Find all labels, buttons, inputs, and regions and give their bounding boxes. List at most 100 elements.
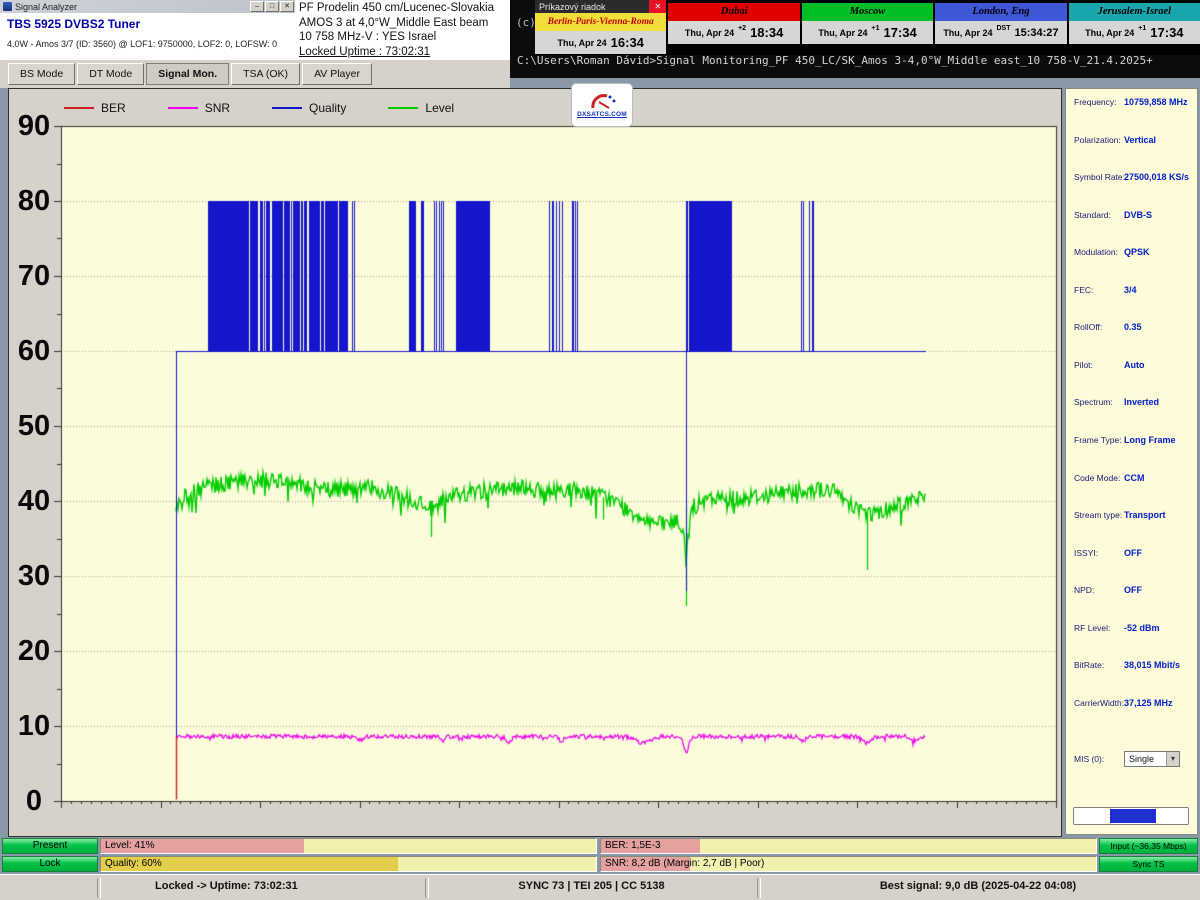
param-row-symbol-rate: Symbol Rate:27500,018 KS/s bbox=[1074, 170, 1193, 185]
terminal-titlebar[interactable]: Príkazový riadok✕ bbox=[535, 0, 666, 13]
y-axis-label-20: 20 bbox=[9, 635, 59, 667]
clock-utc-offset: +1 bbox=[871, 25, 879, 32]
site-line-uptime: Locked Uptime : 73:02:31 bbox=[299, 45, 510, 60]
ber-legend-label: BER bbox=[101, 101, 126, 115]
tab-dt-mode[interactable]: DT Mode bbox=[77, 63, 144, 85]
param-row-mis-0: MIS (0): Single ▾ bbox=[1074, 752, 1193, 767]
param-label: RollOff: bbox=[1074, 320, 1102, 335]
param-label: Polarization: bbox=[1074, 133, 1121, 148]
snr-progressbar: SNR: 8,2 dB (Margin: 2,7 dB | Poor) bbox=[600, 856, 1097, 872]
snr-legend-line bbox=[168, 107, 198, 109]
tuner-name: TBS 5925 DVBS2 Tuner bbox=[7, 17, 140, 31]
param-row-rolloff: RollOff: 0.35 bbox=[1074, 320, 1193, 335]
param-label: Modulation: bbox=[1074, 245, 1118, 260]
clock-city-header: Moscow bbox=[802, 3, 933, 21]
close-button[interactable]: ✕ bbox=[280, 1, 294, 12]
param-value: 0.35 bbox=[1124, 320, 1142, 335]
quality-label: Quality: 60% bbox=[105, 858, 162, 869]
site-line-frequency: 10 758 MHz-V : YES Israel bbox=[299, 30, 510, 45]
tab-tsa-ok[interactable]: TSA (OK) bbox=[231, 63, 300, 85]
clock-time-row: Thu, Apr 24+218:34 bbox=[668, 21, 799, 44]
param-label: BitRate: bbox=[1074, 658, 1104, 673]
panel-mini-progress-fill bbox=[1110, 809, 1156, 823]
param-row-standard: Standard:DVB-S bbox=[1074, 208, 1193, 223]
minimize-button[interactable]: – bbox=[250, 1, 264, 12]
clock-utc-offset: +2 bbox=[738, 25, 746, 32]
param-value: Vertical bbox=[1124, 133, 1156, 148]
satellite-dish-icon bbox=[585, 93, 619, 111]
param-value: 27500,018 KS/s bbox=[1124, 170, 1189, 185]
tab-signal-mon[interactable]: Signal Mon. bbox=[146, 63, 229, 85]
param-row-carrierwidth: CarrierWidth:37,125 MHz bbox=[1074, 696, 1193, 711]
y-axis-label-80: 80 bbox=[9, 185, 59, 217]
tab-av-player[interactable]: AV Player bbox=[302, 63, 372, 85]
param-value: CCM bbox=[1124, 471, 1145, 486]
maximize-button[interactable]: □ bbox=[265, 1, 279, 12]
present-indicator: Present bbox=[2, 838, 98, 854]
status-row-1: Present Level: 41% BER: 1,5E-3 Input (~3… bbox=[0, 838, 1200, 855]
clock-date: Thu, Apr 24 bbox=[685, 28, 734, 38]
param-row-bitrate: BitRate: 38,015 Mbit/s bbox=[1074, 658, 1193, 673]
site-line-antenna: PF Prodelin 450 cm/Lucenec-Slovakia bbox=[299, 1, 510, 16]
param-label: ISSYI: bbox=[1074, 546, 1098, 561]
param-label: Frequency: bbox=[1074, 95, 1117, 110]
param-value: 38,015 Mbit/s bbox=[1124, 658, 1180, 673]
terminal-close-button[interactable]: ✕ bbox=[649, 0, 666, 13]
param-label: FEC: bbox=[1074, 283, 1093, 298]
param-row-rf-level: RF Level:-52 dBm bbox=[1074, 621, 1193, 636]
world-clock-widget: Príkazový riadok✕Berlin-Paris-Vienna-Rom… bbox=[535, 0, 1200, 55]
window-titlebar[interactable]: Signal Analyzer – □ ✕ bbox=[0, 0, 295, 13]
level-legend-line bbox=[388, 107, 418, 109]
param-value: 37,125 MHz bbox=[1124, 696, 1173, 711]
param-row-fec: FEC:3/4 bbox=[1074, 283, 1193, 298]
param-value: OFF bbox=[1124, 546, 1142, 561]
statusbar-uptime: Locked -> Uptime: 73:02:31 bbox=[155, 880, 298, 892]
param-row-issyi: ISSYI: OFF bbox=[1074, 546, 1193, 561]
param-value: Auto bbox=[1124, 358, 1145, 373]
clock-time-value: 17:34 bbox=[883, 25, 916, 40]
input-indicator: Input (~36,35 Mbps) bbox=[1099, 838, 1198, 854]
status-bar: Locked -> Uptime: 73:02:31 SYNC 73 | TEI… bbox=[0, 874, 1200, 900]
clock-time-row: Thu, Apr 24 +1 17:34 bbox=[802, 21, 933, 44]
clock-utc-offset: DST bbox=[996, 25, 1010, 32]
param-label: MIS (0): bbox=[1074, 752, 1104, 767]
param-value: DVB-S bbox=[1124, 208, 1152, 223]
clock-moscow: Moscow Thu, Apr 24 +1 17:34 bbox=[802, 0, 933, 55]
tab-bs-mode[interactable]: BS Mode bbox=[8, 63, 75, 85]
param-label: Pilot: bbox=[1074, 358, 1093, 373]
clock-time-row: Thu, Apr 24DST15:34:27 bbox=[935, 21, 1066, 44]
parameters-panel: Frequency:10759,858 MHzPolarization:Vert… bbox=[1065, 88, 1198, 835]
terminal-prompt: C:\Users\Roman Dávid>Signal Monitoring_P… bbox=[517, 54, 1153, 67]
clock-berlin-paris-vienna-roma: Príkazový riadok✕Berlin-Paris-Vienna-Rom… bbox=[535, 0, 666, 55]
y-axis-labels: 0102030405060708090 bbox=[9, 89, 61, 836]
tuner-details: 4.0W - Amos 3/7 (ID: 3560) @ LOF1: 97500… bbox=[7, 39, 277, 49]
window-controls: – □ ✕ bbox=[250, 1, 294, 12]
clock-time-row: Thu, Apr 2416:34 bbox=[535, 31, 666, 54]
mis-select-value: Single bbox=[1129, 754, 1154, 764]
level-legend-label: Level bbox=[425, 101, 454, 115]
mis-select[interactable]: Single ▾ bbox=[1124, 751, 1180, 767]
param-row-pilot: Pilot: Auto bbox=[1074, 358, 1193, 373]
chevron-down-icon[interactable]: ▾ bbox=[1166, 752, 1179, 766]
level-progressbar: Level: 41% bbox=[100, 838, 597, 854]
param-row-spectrum: Spectrum:Inverted bbox=[1074, 395, 1193, 410]
chart-frame: 0102030405060708090 BERSNRQualityLevel D… bbox=[8, 88, 1062, 837]
logo-text: DXSATCS.COM bbox=[577, 111, 627, 118]
clock-city-header: London, Eng bbox=[935, 3, 1066, 21]
status-row-2: Lock Quality: 60% SNR: 8,2 dB (Margin: 2… bbox=[0, 856, 1200, 873]
y-axis-label-90: 90 bbox=[9, 110, 59, 142]
clock-date: Thu, Apr 24 bbox=[943, 28, 992, 38]
param-label: RF Level: bbox=[1074, 621, 1110, 636]
window-title: Signal Analyzer bbox=[15, 2, 250, 12]
clock-time-value: 17:34 bbox=[1150, 25, 1183, 40]
clock-jerusalem-israel: Jerusalem-IsraelThu, Apr 24+117:34 bbox=[1069, 0, 1200, 55]
clock-date: Thu, Apr 24 bbox=[818, 28, 867, 38]
clock-utc-offset: +1 bbox=[1138, 25, 1146, 32]
param-label: Code Mode: bbox=[1074, 471, 1120, 486]
ber-label: BER: 1,5E-3 bbox=[605, 840, 661, 851]
site-info-panel: PF Prodelin 450 cm/Lucenec-Slovakia AMOS… bbox=[295, 0, 510, 60]
y-axis-label-30: 30 bbox=[9, 560, 59, 592]
param-label: NPD: bbox=[1074, 583, 1094, 598]
tuner-info-panel: TBS 5925 DVBS2 Tuner 4.0W - Amos 3/7 (ID… bbox=[0, 13, 295, 60]
chart-legend: BERSNRQualityLevel bbox=[64, 98, 496, 118]
